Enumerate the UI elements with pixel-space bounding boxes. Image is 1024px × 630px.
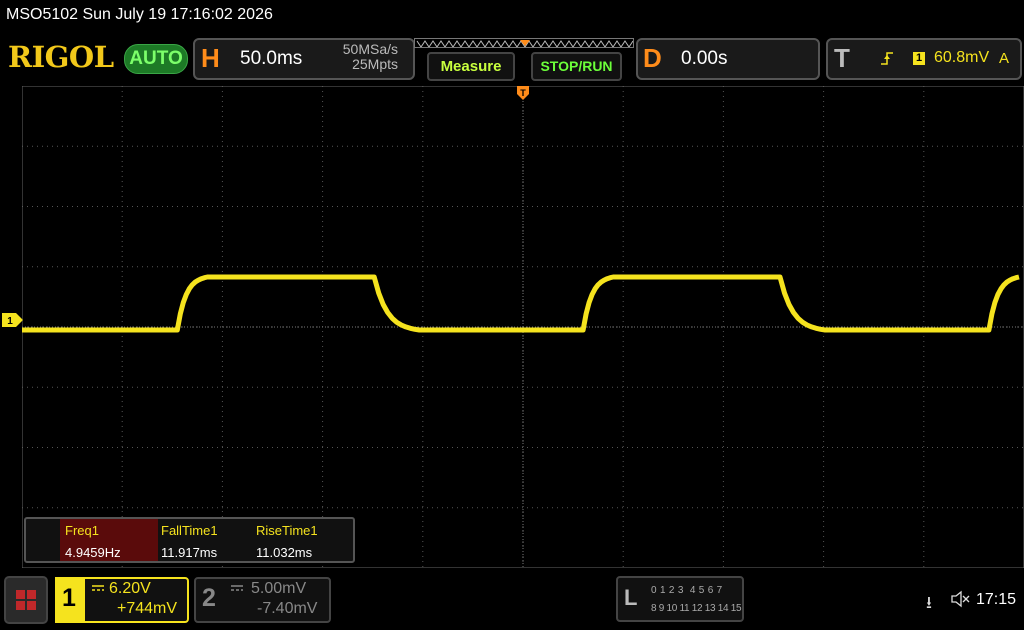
measurement-name: RiseTime1 [256,523,318,538]
sample-rate: 50MSa/s [342,41,398,57]
delay-value: 0.00s [681,48,728,69]
dc-coupling-icon [92,585,104,591]
horizontal-letter: H [201,43,220,73]
svg-text:T: T [520,88,526,98]
grid-menu-icon [16,590,36,610]
ch2-offset: -7.40mV [257,600,318,617]
waveform-display[interactable]: T [22,86,1024,568]
auto-mode-button[interactable]: AUTO [124,44,188,74]
trigger-position-marker-icon: T [517,86,529,100]
ch1-waveform [22,274,1020,333]
timebase-value: 50.0ms [240,48,303,69]
memory-marker-icon [520,40,530,46]
measurement-value: 11.032ms [256,545,313,560]
ch1-number: 1 [62,584,76,612]
title-text: MSO5102 Sun July 19 17:16:02 2026 [6,6,273,23]
ch1-scale: 6.20V [109,580,151,597]
title-bar: MSO5102 Sun July 19 17:16:02 2026 [0,0,1024,32]
home-menu-button[interactable] [4,576,48,624]
rigol-logo: RIGOL [8,40,114,74]
ch1-offset: +744mV [117,600,178,617]
trigger-mode: A [999,50,1010,67]
measurement-value: 4.9459Hz [65,545,121,560]
logic-letter: L [624,585,638,610]
measurement-name: FallTime1 [161,523,218,538]
logic-channels-row-2: 8 9 10 11 12 13 14 15 [651,603,742,614]
ch2-scale: 5.00mV [251,580,307,597]
dc-coupling-icon [231,585,243,591]
sound-muted-icon[interactable] [951,590,971,608]
graticule [22,86,1024,568]
clock: 17:15 [976,591,1017,608]
measure-button[interactable]: Measure [427,52,515,81]
ch1-marker-label: 1 [7,316,13,327]
ch1-offset-marker[interactable]: 1 [2,313,24,327]
trigger-source-badge: 1 [913,52,925,65]
rising-edge-icon [881,52,893,65]
delay-panel[interactable] [636,38,820,80]
logic-channels-row-1: 0 1 2 3 4 5 6 7 [651,585,723,596]
trigger-level: 60.8mV [934,49,990,66]
memory-depth: 25Mpts [352,56,398,72]
ch2-number: 2 [202,584,216,612]
acquisition-info: 50MSa/s 25Mpts [330,42,398,72]
stop-run-button[interactable]: STOP/RUN [531,52,622,81]
measurement-value: 11.917ms [161,545,218,560]
delay-letter: D [643,43,662,73]
memory-position-bar [414,38,634,48]
usb-icon: ⭳ [926,593,932,612]
measurement-name: Freq1 [65,523,99,538]
trigger-letter: T [834,43,850,73]
